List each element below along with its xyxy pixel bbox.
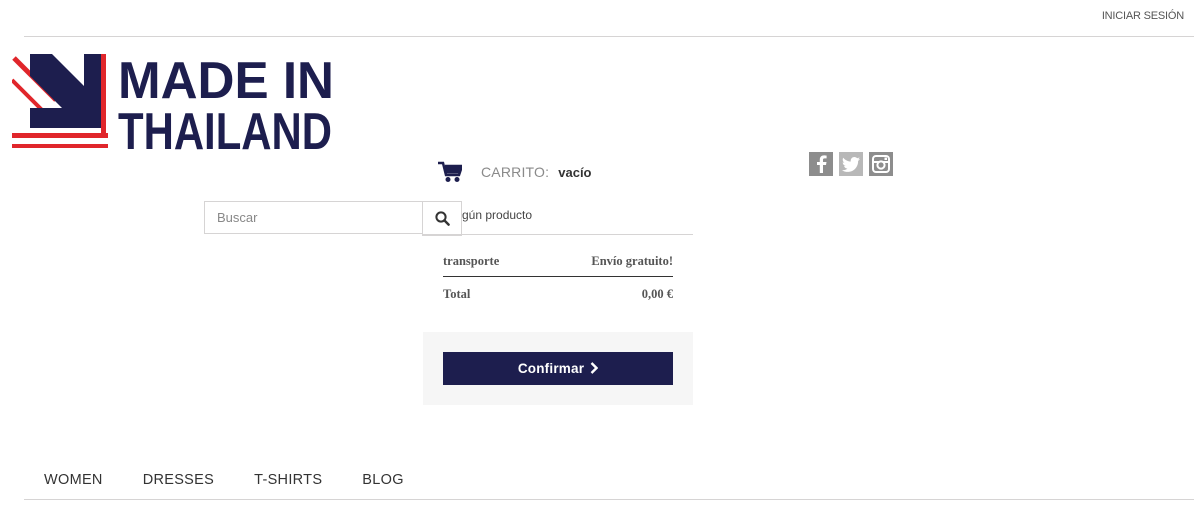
search-input[interactable]	[204, 201, 422, 234]
social-links	[809, 152, 893, 176]
menu-item-dresses[interactable]: DRESSES	[123, 460, 234, 499]
main-menu: WOMEN DRESSES T-SHIRTS BLOG	[24, 460, 1194, 500]
cart-empty-message: gún producto	[462, 208, 533, 222]
facebook-icon[interactable]	[809, 152, 833, 176]
shipping-row: transporte Envío gratuito!	[443, 254, 673, 277]
menu-item-women[interactable]: WOMEN	[24, 460, 123, 499]
cart-quantity: vacío	[558, 164, 592, 180]
top-bar: INICIAR SESIÓN	[24, 0, 1194, 37]
total-value: 0,00 €	[641, 287, 673, 301]
cart-icon	[438, 161, 462, 183]
divider	[423, 234, 693, 235]
menu-item-t-shirts[interactable]: T-SHIRTS	[234, 460, 342, 499]
search-button[interactable]	[422, 201, 462, 236]
total-row: Total 0,00 €	[443, 287, 673, 302]
shipping-value: Envío gratuito!	[591, 254, 673, 268]
logo-text-line1: MADE IN	[118, 54, 334, 110]
search-icon	[434, 211, 450, 226]
login-link[interactable]: INICIAR SESIÓN	[1102, 10, 1184, 22]
instagram-icon[interactable]	[869, 152, 893, 176]
cart-summary[interactable]: CARRITO: vacío	[438, 158, 592, 186]
checkout-label: Confirmar	[517, 361, 585, 376]
logo-graphic: MADE IN THAILAND	[12, 54, 334, 152]
cart-label: CARRITO:	[481, 164, 550, 180]
menu-item-blog[interactable]: BLOG	[342, 460, 424, 499]
checkout-button[interactable]: Confirmar	[443, 352, 673, 385]
site-logo[interactable]: MADE IN THAILAND	[12, 54, 342, 152]
chevron-right-icon	[590, 361, 599, 377]
checkout-panel: Confirmar	[423, 332, 693, 405]
shipping-label: transporte	[443, 254, 500, 268]
logo-text-line2: THAILAND	[118, 103, 332, 152]
search-form	[204, 201, 462, 236]
twitter-icon[interactable]	[839, 152, 863, 176]
total-label: Total	[443, 287, 471, 301]
